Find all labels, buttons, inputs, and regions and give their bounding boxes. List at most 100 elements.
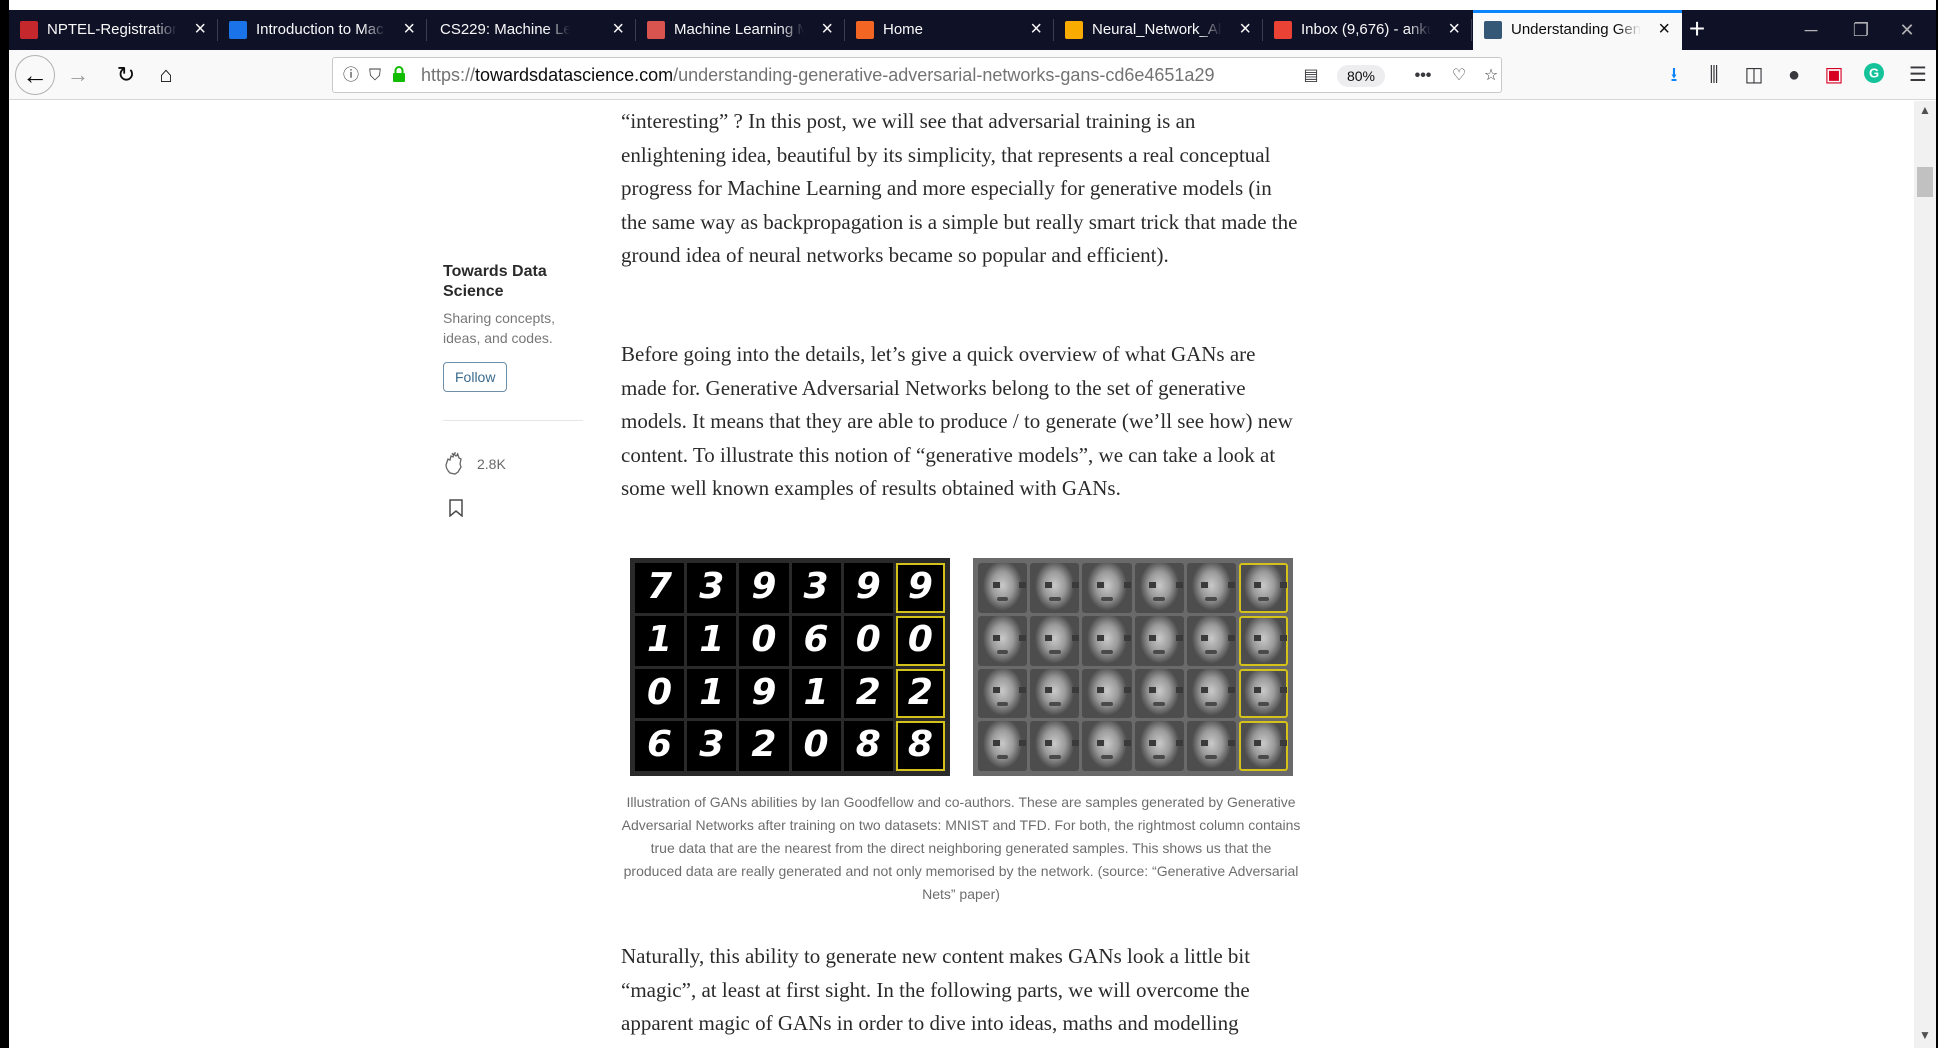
account-icon[interactable]: ● xyxy=(1781,62,1807,88)
library-icon[interactable]: ⫼ xyxy=(1701,62,1727,88)
tab-strip: NPTEL-Registration × Introduction to Mac × C… xyxy=(9,10,1936,50)
page-scrollbar[interactable]: ▲ ▼ xyxy=(1914,101,1936,1048)
face-sample-cell xyxy=(1082,721,1132,771)
face-sample-cell xyxy=(1134,668,1184,719)
forward-button[interactable]: → xyxy=(61,58,95,92)
mnist-digit-cell: 9 xyxy=(739,563,789,613)
tab-close-icon[interactable]: × xyxy=(194,18,206,40)
browser-tab[interactable]: Machine Learning M × xyxy=(636,10,845,50)
tab-title: Machine Learning M xyxy=(674,21,804,38)
url-bar[interactable]: ⓘ ⛉ https://towardsdatascience.com/under… xyxy=(332,57,1502,93)
mnist-digit-cell: 2 xyxy=(895,668,945,719)
reader-view-icon[interactable]: ▤ xyxy=(1301,66,1321,86)
mnist-digit-cell: 0 xyxy=(843,615,893,666)
close-window-button[interactable]: ✕ xyxy=(1887,16,1927,44)
page-actions-icon[interactable]: ••• xyxy=(1413,66,1433,86)
restore-button[interactable]: ❐ xyxy=(1841,16,1881,44)
face-sample-cell xyxy=(1134,563,1184,613)
tab-close-icon[interactable]: × xyxy=(1658,18,1670,40)
tab-title: CS229: Machine Learning xyxy=(440,21,570,38)
publication-name[interactable]: Towards Data Science xyxy=(443,262,588,302)
scroll-down-arrow[interactable]: ▼ xyxy=(1914,1028,1936,1046)
gan-samples-figure[interactable]: 739399110600019122632088 xyxy=(630,558,1293,776)
face-sample-cell xyxy=(1238,615,1288,666)
back-button[interactable]: ← xyxy=(15,55,55,95)
tab-close-icon[interactable]: × xyxy=(403,18,415,40)
bookmark-icon[interactable] xyxy=(449,499,588,522)
scroll-thumb[interactable] xyxy=(1917,167,1933,197)
tab-title: Neural_Network_All xyxy=(1092,21,1222,38)
tab-close-icon[interactable]: × xyxy=(1239,18,1251,40)
browser-window: NPTEL-Registration × Introduction to Mac × C… xyxy=(9,0,1936,1048)
tds-icon xyxy=(1484,21,1502,39)
browser-tab[interactable]: NPTEL-Registration × xyxy=(9,10,218,50)
mnist-digit-cell: 0 xyxy=(895,615,945,666)
gmail-icon xyxy=(1274,21,1292,39)
mnist-digit-cell: 8 xyxy=(843,721,893,771)
figure-caption: Illustration of GANs abilities by Ian Go… xyxy=(621,794,1301,902)
mnist-digit-cell: 6 xyxy=(791,615,841,666)
browser-tab[interactable]: Introduction to Mac × xyxy=(218,10,427,50)
mnist-digit-cell: 0 xyxy=(739,615,789,666)
mnist-digit-cell: 3 xyxy=(687,563,737,613)
mnist-digit-cell: 1 xyxy=(635,615,685,666)
tab-close-icon[interactable]: × xyxy=(612,18,624,40)
info-icon[interactable]: ⓘ xyxy=(341,66,361,86)
mnist-digit-cell: 1 xyxy=(791,668,841,719)
mnist-digit-cell: 1 xyxy=(687,615,737,666)
scroll-up-arrow[interactable]: ▲ xyxy=(1914,103,1936,121)
browser-tab[interactable]: CS229: Machine Learning × xyxy=(427,10,636,50)
follow-button[interactable]: Follow xyxy=(443,362,508,392)
mnist-digit-cell: 9 xyxy=(843,563,893,613)
s-icon xyxy=(229,21,247,39)
tab-close-icon[interactable]: × xyxy=(821,18,833,40)
home-button[interactable]: ⌂ xyxy=(149,58,183,92)
menu-icon[interactable]: ☰ xyxy=(1905,62,1931,88)
mnist-digit-cell: 1 xyxy=(687,668,737,719)
mnist-digit-cell: 9 xyxy=(895,563,945,613)
new-tab-button[interactable]: + xyxy=(1681,14,1713,46)
article-paragraph: Before going into the details, let’s giv… xyxy=(621,342,1293,500)
reload-button[interactable]: ↻ xyxy=(109,58,143,92)
tab-title: Understanding Gen xyxy=(1511,21,1641,38)
face-sample-cell xyxy=(1082,615,1132,666)
tab-close-icon[interactable]: × xyxy=(1030,18,1042,40)
grammarly-icon[interactable]: G xyxy=(1861,62,1887,88)
mnist-digit-cell: 7 xyxy=(635,563,685,613)
face-sample-cell xyxy=(1186,721,1236,771)
face-sample-cell xyxy=(1134,721,1184,771)
tab-title: NPTEL-Registration xyxy=(47,21,177,38)
mnist-digit-cell: 6 xyxy=(635,721,685,771)
mnist-digit-cell: 2 xyxy=(843,668,893,719)
pocket-extension-icon[interactable]: ▣ xyxy=(1821,62,1847,88)
bookmark-star-icon[interactable]: ☆ xyxy=(1481,66,1501,86)
mnist-digit-cell: 2 xyxy=(739,721,789,771)
pocket-icon[interactable]: ♡ xyxy=(1449,66,1469,86)
face-sample-cell xyxy=(1238,721,1288,771)
clap-icon[interactable] xyxy=(443,451,469,477)
browser-tab[interactable]: Inbox (9,676) - anku × xyxy=(1263,10,1472,50)
mnist-digit-cell: 8 xyxy=(895,721,945,771)
tab-close-icon[interactable]: × xyxy=(1448,18,1460,40)
face-sample-cell xyxy=(1238,563,1288,613)
minimize-button[interactable]: ─ xyxy=(1791,16,1831,44)
url-path: /understanding-generative-adversarial-ne… xyxy=(673,65,1215,85)
sidebar-toggle-icon[interactable]: ◫ xyxy=(1741,62,1767,88)
zoom-level-badge[interactable]: 80% xyxy=(1337,65,1385,87)
lock-icon[interactable] xyxy=(389,66,409,86)
tab-title: Home xyxy=(883,21,924,38)
browser-tab[interactable]: Home × xyxy=(845,10,1054,50)
tracking-shield-icon[interactable]: ⛉ xyxy=(365,66,385,86)
downloads-icon[interactable]: ⭳ xyxy=(1661,62,1687,88)
face-sample-cell xyxy=(978,721,1028,771)
browser-tab[interactable]: Neural_Network_All × xyxy=(1054,10,1263,50)
mnist-digit-cell: 0 xyxy=(791,721,841,771)
face-sample-cell xyxy=(1030,615,1080,666)
sidebar-divider xyxy=(443,420,583,421)
svg-text:G: G xyxy=(1869,66,1879,81)
browser-tab[interactable]: Understanding Gen × xyxy=(1473,10,1682,50)
face-sample-cell xyxy=(1082,563,1132,613)
url-text[interactable]: https://towardsdatascience.com/understan… xyxy=(421,65,1214,86)
article-paragraph: Naturally, this ability to generate new … xyxy=(621,944,1251,1035)
publication-sidebar: Towards Data Science Sharing concepts, i… xyxy=(443,262,588,522)
